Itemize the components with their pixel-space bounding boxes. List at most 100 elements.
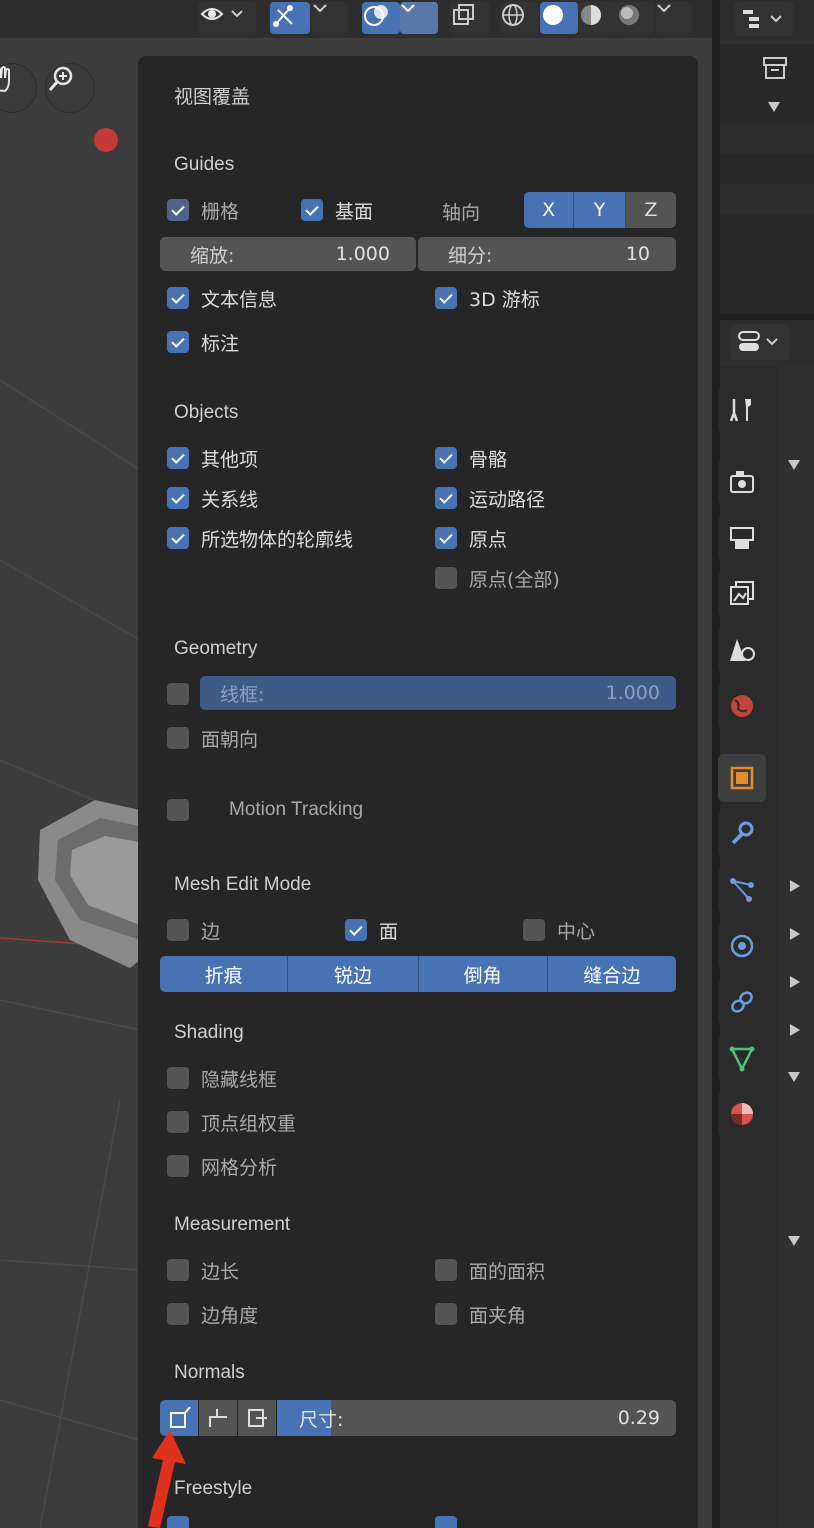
vertex-weights-checkbox[interactable]: 顶点组权重: [167, 1109, 296, 1135]
mesh-analysis-checkbox[interactable]: 网格分析: [167, 1153, 277, 1179]
tab-view-layer[interactable]: [718, 570, 766, 618]
edge-angle-check[interactable]: [167, 1303, 189, 1325]
overlay-dropdown[interactable]: [400, 2, 438, 34]
shading-dropdown[interactable]: [656, 2, 692, 34]
gizmo-dropdown[interactable]: [312, 2, 348, 34]
grid-check[interactable]: [167, 199, 189, 221]
tab-data[interactable]: [718, 1034, 766, 1082]
tab-material[interactable]: [718, 1090, 766, 1138]
tab-scene[interactable]: [718, 626, 766, 674]
collapse-arrow-icon[interactable]: [788, 460, 800, 470]
expand-arrow-icon[interactable]: [790, 880, 800, 892]
editor-type-dropdown[interactable]: [730, 324, 790, 360]
wireframe-shading-button[interactable]: [500, 2, 538, 34]
relationship-lines-check[interactable]: [167, 487, 189, 509]
face-normals-toggle[interactable]: [238, 1400, 276, 1436]
tab-constraints[interactable]: [718, 978, 766, 1026]
hidden-wire-checkbox[interactable]: 隐藏线框: [167, 1065, 277, 1091]
tab-output[interactable]: [718, 514, 766, 562]
motion-tracking-checkbox[interactable]: Motion Tracking: [167, 797, 363, 823]
3d-cursor-checkbox[interactable]: 3D 游标: [435, 285, 540, 311]
grid-subdivisions-field[interactable]: 细分: 10: [418, 237, 676, 271]
edges-checkbox[interactable]: 边: [167, 917, 220, 943]
center-check[interactable]: [523, 919, 545, 941]
outliner-row[interactable]: [720, 124, 814, 154]
seam-toggle[interactable]: 缝合边: [547, 956, 676, 992]
outline-selected-check[interactable]: [167, 527, 189, 549]
normals-size-slider[interactable]: 尺寸: 0.29: [277, 1400, 676, 1436]
tab-render[interactable]: [718, 458, 766, 506]
bones-checkbox[interactable]: 骨骼: [435, 445, 507, 471]
annotations-check[interactable]: [167, 331, 189, 353]
origins-all-check[interactable]: [435, 567, 457, 589]
wireframe-checkbox[interactable]: [167, 681, 189, 707]
faces-check[interactable]: [345, 919, 367, 941]
freestyle-checkbox-partial-2[interactable]: [435, 1516, 457, 1528]
edges-check[interactable]: [167, 919, 189, 941]
edge-length-checkbox[interactable]: 边长: [167, 1257, 239, 1283]
vertex-weights-check[interactable]: [167, 1111, 189, 1133]
face-orientation-checkbox[interactable]: 面朝向: [167, 725, 258, 751]
tab-modifiers[interactable]: [718, 810, 766, 858]
tab-particles[interactable]: [718, 866, 766, 914]
collapse-arrow-icon[interactable]: [788, 1072, 800, 1082]
hidden-wire-check[interactable]: [167, 1067, 189, 1089]
mesh-analysis-check[interactable]: [167, 1155, 189, 1177]
annotations-checkbox[interactable]: 标注: [167, 329, 239, 355]
motion-tracking-check[interactable]: [167, 799, 189, 821]
display-mode-dropdown[interactable]: [734, 2, 794, 36]
overlay-toggle[interactable]: [362, 2, 400, 34]
center-checkbox[interactable]: 中心: [523, 917, 595, 943]
rendered-shading-button[interactable]: [616, 2, 654, 34]
tab-tool[interactable]: [718, 386, 766, 434]
edge-angle-checkbox[interactable]: 边角度: [167, 1301, 258, 1327]
grid-checkbox[interactable]: 栅格: [167, 197, 239, 223]
wireframe-threshold-slider[interactable]: 线框: 1.000: [200, 676, 676, 710]
sharp-toggle[interactable]: 锐边: [288, 956, 419, 992]
zoom-view-button[interactable]: [46, 64, 94, 112]
text-info-check[interactable]: [167, 287, 189, 309]
origins-check[interactable]: [435, 527, 457, 549]
text-info-checkbox[interactable]: 文本信息: [167, 285, 277, 311]
3d-cursor-check[interactable]: [435, 287, 457, 309]
face-angle-check[interactable]: [435, 1303, 457, 1325]
faces-checkbox[interactable]: 面: [345, 917, 398, 943]
wireframe-check[interactable]: [167, 683, 189, 705]
axis-y-toggle[interactable]: Y: [574, 192, 626, 228]
floor-checkbox[interactable]: 基面: [301, 197, 373, 223]
bones-check[interactable]: [435, 447, 457, 469]
motion-paths-checkbox[interactable]: 运动路径: [435, 485, 545, 511]
outline-selected-checkbox[interactable]: 所选物体的轮廓线: [167, 525, 353, 551]
crease-toggle[interactable]: 折痕: [160, 956, 289, 992]
relationship-lines-checkbox[interactable]: 关系线: [167, 485, 258, 511]
expand-arrow-icon[interactable]: [790, 1024, 800, 1036]
edge-length-check[interactable]: [167, 1259, 189, 1281]
face-area-checkbox[interactable]: 面的面积: [435, 1257, 545, 1283]
tab-object[interactable]: [718, 754, 766, 802]
xray-toggle[interactable]: [450, 2, 490, 34]
expand-arrow-icon[interactable]: [790, 928, 800, 940]
origins-all-checkbox[interactable]: 原点(全部): [435, 565, 560, 591]
outliner-row[interactable]: [720, 184, 814, 214]
floor-check[interactable]: [301, 199, 323, 221]
face-area-check[interactable]: [435, 1259, 457, 1281]
origins-checkbox[interactable]: 原点: [435, 525, 507, 551]
extras-checkbox[interactable]: 其他项: [167, 445, 258, 471]
motion-paths-check[interactable]: [435, 487, 457, 509]
face-angle-checkbox[interactable]: 面夹角: [435, 1301, 526, 1327]
expand-arrow-icon[interactable]: [790, 976, 800, 988]
gizmo-toggle[interactable]: [270, 2, 310, 34]
split-normals-toggle[interactable]: [199, 1400, 237, 1436]
visibility-dropdown[interactable]: [198, 2, 256, 34]
axis-z-toggle[interactable]: Z: [625, 192, 676, 228]
material-shading-button[interactable]: [578, 2, 616, 34]
solid-shading-button[interactable]: [540, 2, 578, 34]
face-orientation-check[interactable]: [167, 727, 189, 749]
axis-x-toggle[interactable]: X: [524, 192, 575, 228]
grid-scale-field[interactable]: 缩放: 1.000: [160, 237, 416, 271]
tab-world[interactable]: [718, 682, 766, 730]
collapse-arrow-icon[interactable]: [788, 1236, 800, 1246]
tab-physics[interactable]: [718, 922, 766, 970]
bevel-toggle[interactable]: 倒角: [418, 956, 548, 992]
extras-check[interactable]: [167, 447, 189, 469]
